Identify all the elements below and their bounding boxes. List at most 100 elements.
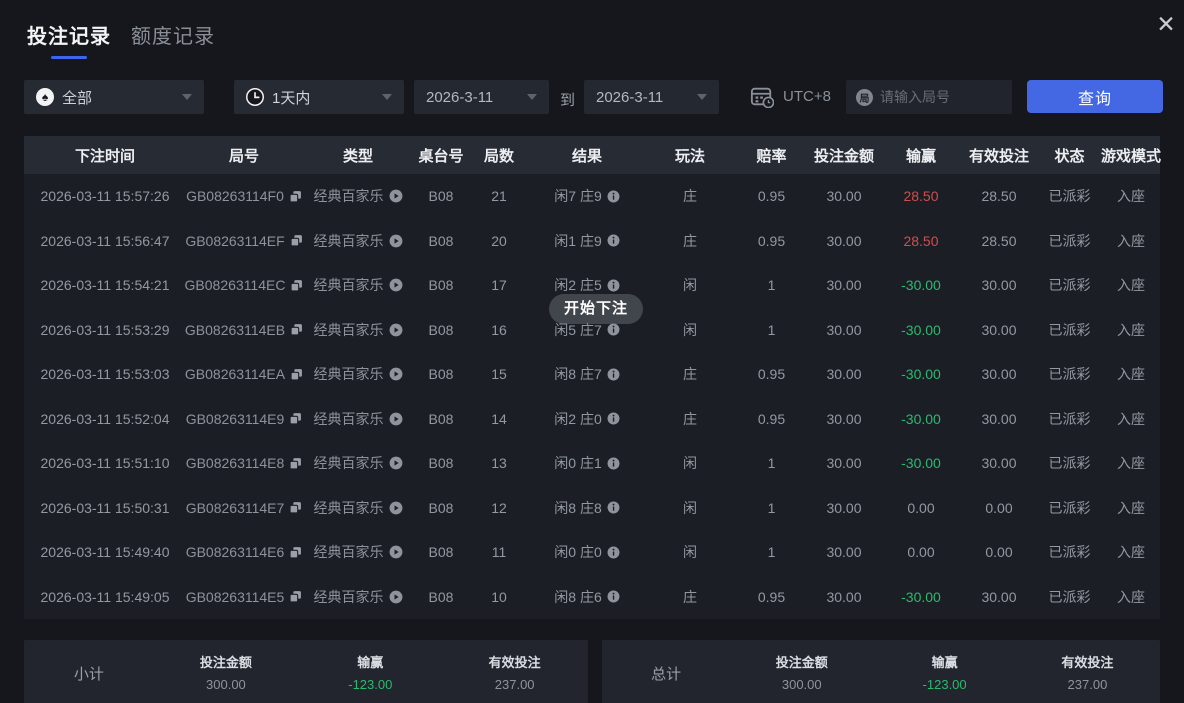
- subtotal-valid-bet-label: 有效投注: [489, 652, 541, 671]
- info-icon[interactable]: [607, 590, 620, 603]
- cell-odds: 0.95: [736, 589, 807, 605]
- info-icon[interactable]: [607, 190, 620, 203]
- cell-result: 闲8 庄6: [530, 587, 644, 607]
- play-icon[interactable]: [389, 278, 403, 292]
- cell-status: 已派彩: [1037, 453, 1102, 473]
- cell-valid-bet: 28.50: [961, 233, 1037, 249]
- close-icon[interactable]: ✕: [1148, 6, 1184, 42]
- copy-icon[interactable]: [289, 190, 302, 203]
- play-icon[interactable]: [389, 189, 403, 203]
- cell-game-id: GB08263114E6: [186, 544, 302, 560]
- cell-game-mode: 入座: [1102, 409, 1160, 429]
- cell-valid-bet: 30.00: [961, 411, 1037, 427]
- time-range-dropdown[interactable]: 1天内: [234, 80, 404, 114]
- date-from-picker[interactable]: 2026-3-11: [414, 80, 549, 114]
- tab-quota-records[interactable]: 额度记录: [131, 20, 215, 49]
- play-icon[interactable]: [389, 367, 403, 381]
- cell-win-loss: -30.00: [881, 411, 961, 427]
- active-tab-underline: [51, 56, 87, 59]
- cell-win-loss: -30.00: [881, 277, 961, 293]
- cell-play: 闲: [644, 498, 736, 518]
- records-table: 下注时间 局号 类型 桌台号 局数 结果 玩法 赔率 投注金额 输赢 有效投注 …: [24, 136, 1160, 619]
- table-row: 2026-03-11 15:50:31 GB08263114E7 经典百家乐: [24, 486, 1160, 531]
- cell-play: 闲: [644, 320, 736, 340]
- copy-icon[interactable]: [289, 590, 302, 603]
- play-icon[interactable]: [389, 545, 403, 559]
- play-icon[interactable]: [389, 590, 403, 604]
- info-icon[interactable]: [607, 234, 620, 247]
- date-from-value: 2026-3-11: [426, 89, 493, 106]
- cell-game-mode: 入座: [1102, 320, 1160, 340]
- cell-game-id: GB08263114E5: [186, 589, 302, 605]
- col-header-bet-time: 下注时间: [24, 145, 186, 166]
- timezone-group: UTC+8: [750, 85, 831, 108]
- cell-type: 经典百家乐: [302, 587, 414, 607]
- cell-bet-time: 2026-03-11 15:49:05: [24, 589, 186, 605]
- cell-result: 闲0 庄1: [530, 453, 644, 473]
- cell-win-loss: -30.00: [881, 455, 961, 471]
- cell-bet-amount: 30.00: [807, 322, 881, 338]
- cell-table-no: B08: [414, 233, 468, 249]
- cell-play: 庄: [644, 231, 736, 251]
- cell-table-no: B08: [414, 366, 468, 382]
- info-icon[interactable]: [607, 501, 620, 514]
- copy-icon[interactable]: [290, 234, 303, 247]
- tab-quota-records-label: 额度记录: [131, 20, 215, 49]
- game-number-search[interactable]: 局: [846, 80, 1012, 114]
- cell-play: 庄: [644, 587, 736, 607]
- play-icon[interactable]: [389, 501, 403, 515]
- cell-type: 经典百家乐: [302, 320, 414, 340]
- cell-play: 庄: [644, 364, 736, 384]
- cell-bet-amount: 30.00: [807, 277, 881, 293]
- cell-game-mode: 入座: [1102, 231, 1160, 251]
- cell-play: 闲: [644, 542, 736, 562]
- tab-betting-records[interactable]: 投注记录: [27, 20, 111, 59]
- copy-icon[interactable]: [289, 457, 302, 470]
- info-icon[interactable]: [607, 368, 620, 381]
- cell-result: 闲2 庄0: [530, 409, 644, 429]
- copy-icon[interactable]: [289, 546, 302, 559]
- cell-table-no: B08: [414, 188, 468, 204]
- cell-play: 庄: [644, 186, 736, 206]
- copy-icon[interactable]: [289, 412, 302, 425]
- date-to-picker[interactable]: 2026-3-11: [584, 80, 719, 114]
- search-input[interactable]: [880, 89, 990, 105]
- info-icon[interactable]: [607, 546, 620, 559]
- play-icon[interactable]: [389, 323, 403, 337]
- query-button[interactable]: 查询: [1027, 80, 1163, 113]
- info-icon[interactable]: [607, 412, 620, 425]
- play-icon[interactable]: [389, 456, 403, 470]
- play-icon[interactable]: [389, 234, 403, 248]
- cell-play: 闲: [644, 453, 736, 473]
- cell-odds: 1: [736, 544, 807, 560]
- chevron-down-icon: [382, 94, 392, 100]
- cell-status: 已派彩: [1037, 275, 1102, 295]
- copy-icon[interactable]: [289, 501, 302, 514]
- info-icon[interactable]: [607, 457, 620, 470]
- cell-status: 已派彩: [1037, 587, 1102, 607]
- cell-bet-time: 2026-03-11 15:52:04: [24, 411, 186, 427]
- cell-bet-amount: 30.00: [807, 455, 881, 471]
- cell-bet-amount: 30.00: [807, 544, 881, 560]
- info-icon[interactable]: [607, 323, 620, 336]
- game-type-dropdown[interactable]: ♠ 全部: [24, 80, 204, 114]
- cell-bet-time: 2026-03-11 15:51:10: [24, 455, 186, 471]
- cell-game-id: GB08263114EA: [186, 366, 302, 382]
- cell-game-mode: 入座: [1102, 275, 1160, 295]
- cell-bet-amount: 30.00: [807, 366, 881, 382]
- total-win-loss-value: -123.00: [923, 677, 967, 692]
- cell-game-mode: 入座: [1102, 186, 1160, 206]
- cell-valid-bet: 28.50: [961, 188, 1037, 204]
- cell-odds: 0.95: [736, 188, 807, 204]
- timezone-value: UTC+8: [783, 88, 831, 105]
- cell-game-id: GB08263114E9: [186, 411, 302, 427]
- cell-bet-time: 2026-03-11 15:57:26: [24, 188, 186, 204]
- info-icon[interactable]: [607, 279, 620, 292]
- cell-round: 21: [468, 188, 530, 204]
- cell-play: 闲: [644, 275, 736, 295]
- total-bet-amount-value: 300.00: [782, 677, 822, 692]
- play-icon[interactable]: [389, 412, 403, 426]
- col-header-play: 玩法: [644, 145, 736, 166]
- cell-type: 经典百家乐: [302, 364, 414, 384]
- cell-valid-bet: 0.00: [961, 500, 1037, 516]
